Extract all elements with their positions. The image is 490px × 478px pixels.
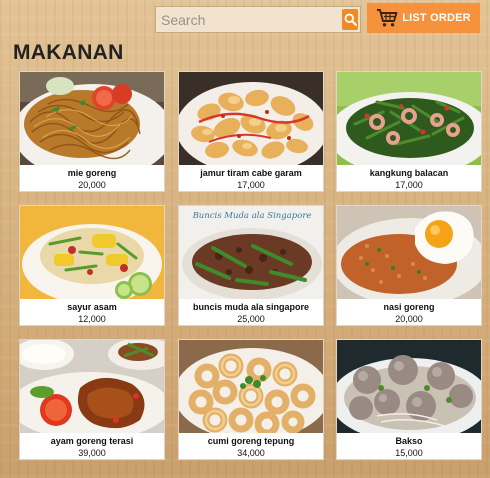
menu-card-ayam-goreng-terasi[interactable]: ayam goreng terasi 39,000	[19, 339, 165, 460]
search-icon	[344, 13, 357, 26]
menu-item-price: 25,000	[237, 314, 265, 324]
menu-item-price: 12,000	[78, 314, 106, 324]
photo-caption: Buncis Muda ala Singapore	[192, 211, 312, 221]
menu-item-name: Bakso	[395, 436, 423, 446]
menu-item-name: nasi goreng	[383, 302, 435, 312]
food-photo-cumi-goreng-tepung	[179, 340, 323, 433]
menu-item-price: 39,000	[78, 448, 106, 458]
food-photo-nasi-goreng	[337, 206, 481, 299]
menu-card-bakso[interactable]: Bakso 15,000	[336, 339, 482, 460]
search-box	[155, 6, 361, 33]
menu-item-name: sayur asam	[67, 302, 117, 312]
menu-item-price: 34,000	[237, 448, 265, 458]
food-photo-buncis-muda: Buncis Muda ala Singapore	[179, 206, 323, 299]
cart-icon	[377, 9, 398, 27]
menu-item-name: mie goreng	[67, 168, 117, 178]
search-input[interactable]	[156, 7, 342, 32]
menu-item-price: 20,000	[78, 180, 106, 190]
menu-card-sayur-asam[interactable]: sayur asam 12,000	[19, 205, 165, 326]
menu-item-name: jamur tiram cabe garam	[200, 168, 302, 178]
menu-item-price: 17,000	[237, 180, 265, 190]
list-order-button[interactable]: LIST ORDER	[367, 3, 480, 33]
food-photo-jamur-tiram	[179, 72, 323, 165]
menu-item-name: kangkung balacan	[369, 168, 449, 178]
menu-item-name: ayam goreng terasi	[50, 436, 134, 446]
food-photo-sayur-asam	[20, 206, 164, 299]
food-photo-mie-goreng	[20, 72, 164, 165]
menu-item-name: buncis muda ala singapore	[192, 302, 310, 312]
menu-card-cumi-goreng-tepung[interactable]: cumi goreng tepung 34,000	[178, 339, 324, 460]
menu-item-name: cumi goreng tepung	[207, 436, 295, 446]
food-photo-ayam-goreng-terasi	[20, 340, 164, 433]
menu-item-price: 15,000	[395, 448, 423, 458]
page-title: MAKANAN	[13, 41, 124, 64]
search-button[interactable]	[342, 9, 358, 30]
menu-card-buncis-muda-ala-singapore[interactable]: Buncis Muda ala Singapore buncis muda al…	[178, 205, 324, 326]
food-photo-bakso	[337, 340, 481, 433]
menu-card-mie-goreng[interactable]: mie goreng 20,000	[19, 71, 165, 192]
list-order-label: LIST ORDER	[402, 12, 471, 24]
menu-card-kangkung-balacan[interactable]: kangkung balacan 17,000	[336, 71, 482, 192]
menu-card-jamur-tiram-cabe-garam[interactable]: jamur tiram cabe garam 17,000	[178, 71, 324, 192]
food-photo-kangkung-balacan	[337, 72, 481, 165]
menu-item-price: 20,000	[395, 314, 423, 324]
menu-item-price: 17,000	[395, 180, 423, 190]
menu-card-nasi-goreng[interactable]: nasi goreng 20,000	[336, 205, 482, 326]
